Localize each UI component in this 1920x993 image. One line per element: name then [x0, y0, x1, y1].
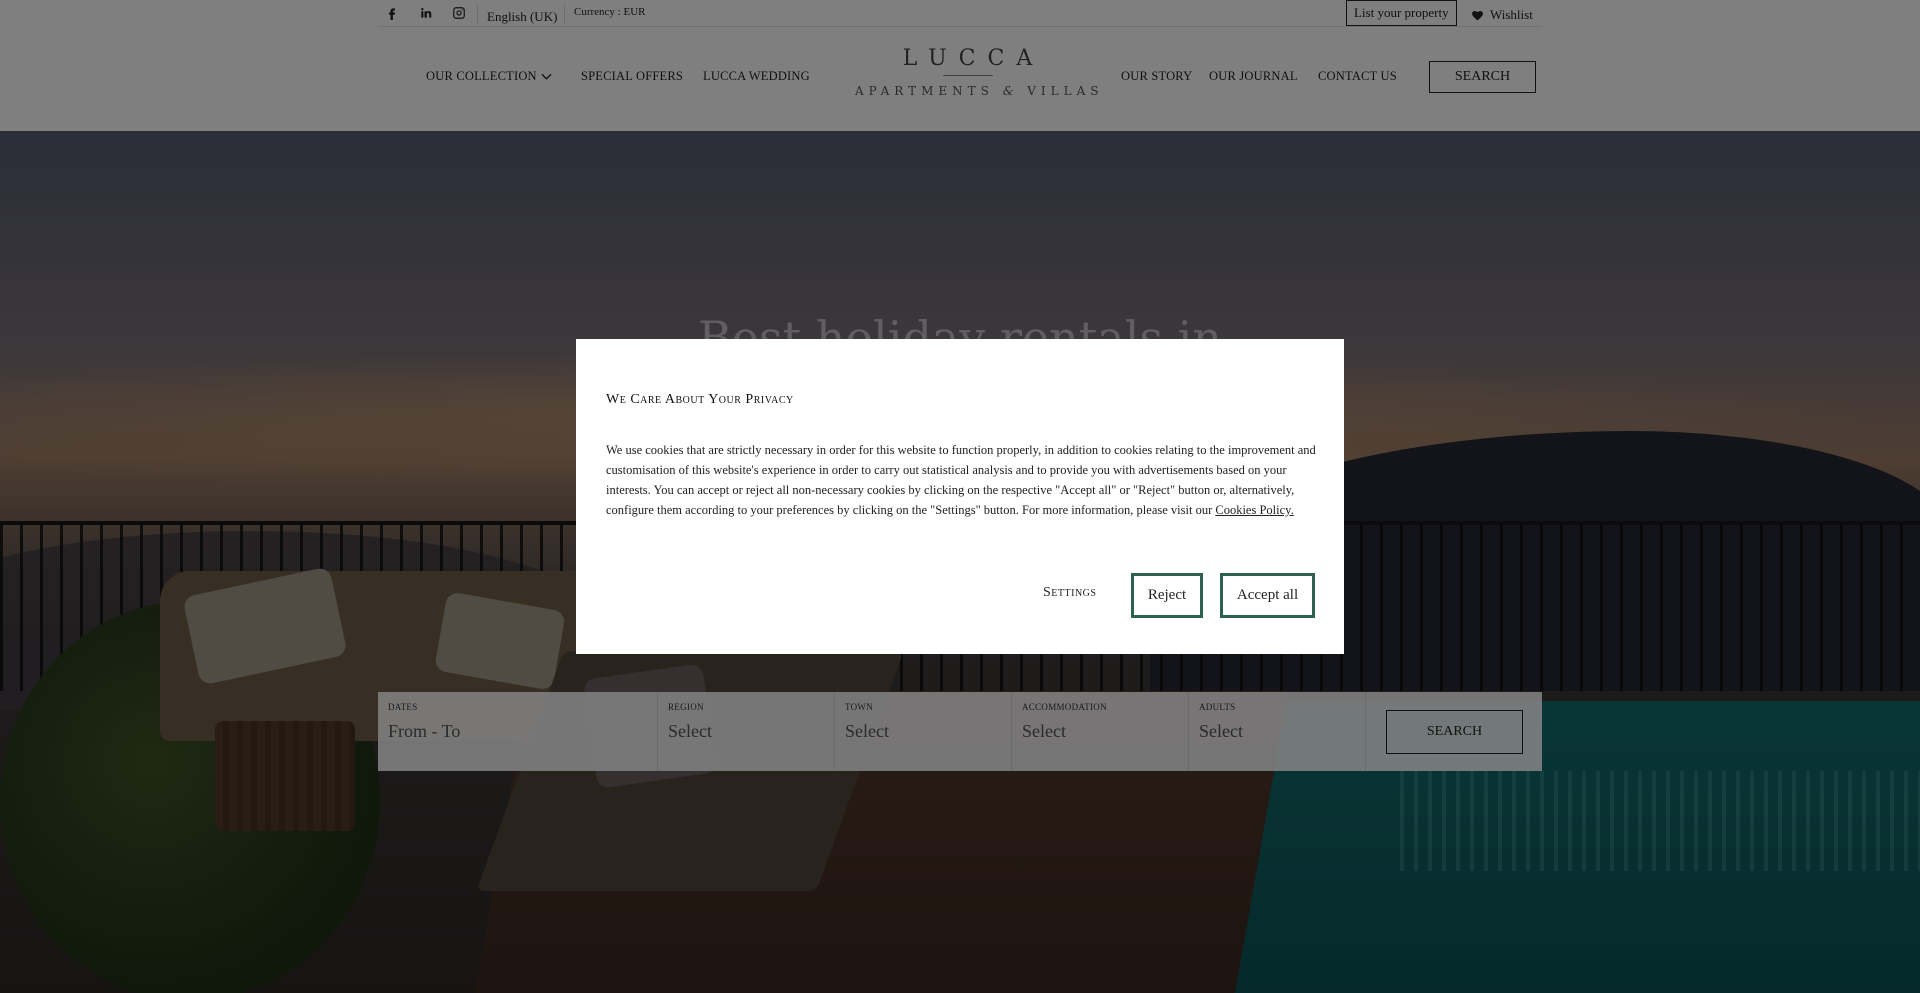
cookie-dialog-title: We Care About Your Privacy	[606, 392, 794, 407]
cookie-settings-button[interactable]: Settings	[1043, 585, 1096, 601]
cookie-consent-dialog: We Care About Your Privacy We use cookie…	[576, 339, 1344, 654]
cookies-policy-link[interactable]: Cookies Policy.	[1215, 503, 1293, 517]
cookie-accept-all-button[interactable]: Accept all	[1220, 573, 1315, 618]
cookie-dialog-text: We use cookies that are strictly necessa…	[606, 443, 1316, 517]
cookie-reject-button[interactable]: Reject	[1131, 573, 1203, 618]
